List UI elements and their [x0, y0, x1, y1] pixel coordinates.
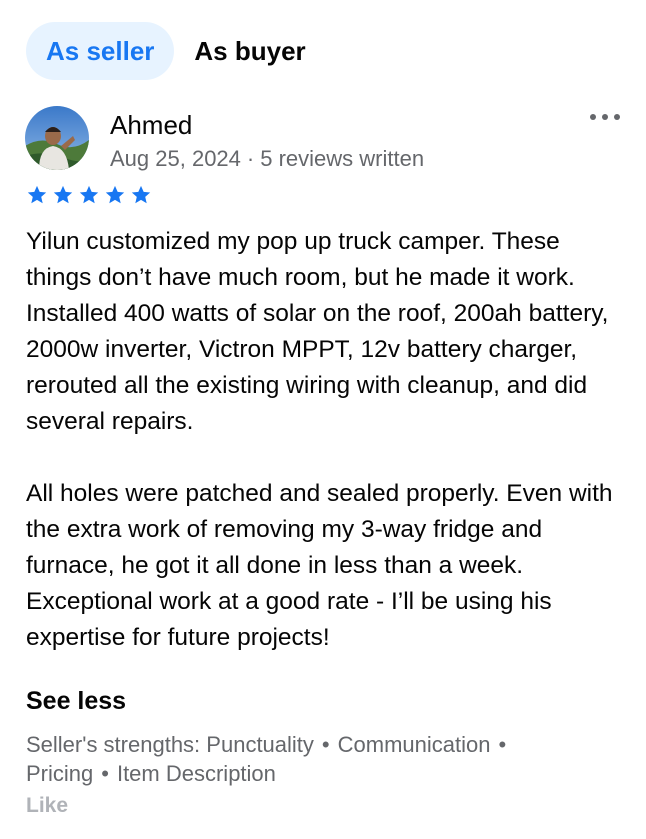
review-date: Aug 25, 2024 — [110, 146, 241, 171]
strength-item: Punctuality — [206, 732, 314, 757]
reviews-count: 5 reviews written — [260, 146, 425, 171]
star-icon — [105, 185, 125, 204]
seller-strengths: Seller's strengths: Punctuality • Communic… — [26, 732, 507, 786]
star-icon — [53, 185, 73, 204]
reviewer-name[interactable]: Ahmed — [110, 110, 192, 141]
review-role-tabs: As seller As buyer — [26, 22, 326, 80]
strengths-prefix: Seller's strengths: — [26, 732, 201, 757]
strength-item: Communication — [337, 732, 491, 757]
meta-separator: · — [246, 146, 255, 171]
avatar[interactable] — [25, 106, 89, 170]
review-text: Yilun customized my pop up truck camper.… — [26, 228, 613, 651]
strength-item: Item Description — [116, 761, 276, 786]
like-button[interactable]: Like — [26, 794, 68, 818]
star-icon — [79, 185, 99, 204]
review-meta: Aug 25, 2024 · 5 reviews written — [110, 146, 424, 172]
see-less-button[interactable]: See less — [26, 687, 126, 716]
star-icon — [27, 185, 47, 204]
tab-as-buyer[interactable]: As buyer — [174, 22, 325, 80]
strength-item: Pricing — [26, 761, 94, 786]
star-rating — [26, 184, 152, 206]
tab-as-seller[interactable]: As seller — [26, 22, 175, 80]
star-icon — [131, 185, 151, 204]
more-options-icon[interactable] — [590, 108, 624, 126]
